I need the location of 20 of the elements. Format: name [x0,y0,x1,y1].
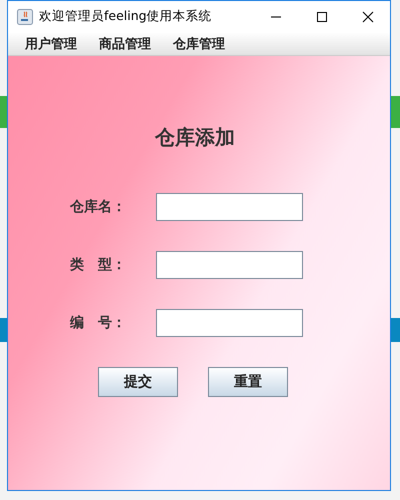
background-window-bar [0,318,7,342]
background-window-bar [391,96,400,128]
menu-item[interactable]: 仓库管理 [173,34,225,52]
form-title: 仓库添加 [154,124,236,151]
maximize-icon[interactable] [316,10,328,22]
input-field[interactable] [156,193,303,221]
input-field[interactable] [156,309,303,337]
window-title: 欢迎管理员feeling使用本系统 [39,8,212,25]
background-window-bar [391,318,400,342]
background-window-bar [0,96,7,128]
menu-item[interactable]: 商品管理 [99,34,151,52]
cup-icon [17,8,33,24]
field-label: 仓库名： [70,198,127,216]
form-button[interactable]: 重置 [208,367,288,397]
close-icon[interactable] [362,10,374,22]
form-button[interactable]: 提交 [98,367,178,397]
field-label: 编 号： [70,314,127,332]
input-field[interactable] [156,251,303,279]
field-label: 类 型： [70,256,127,274]
menu-item[interactable]: 用户管理 [25,34,77,52]
